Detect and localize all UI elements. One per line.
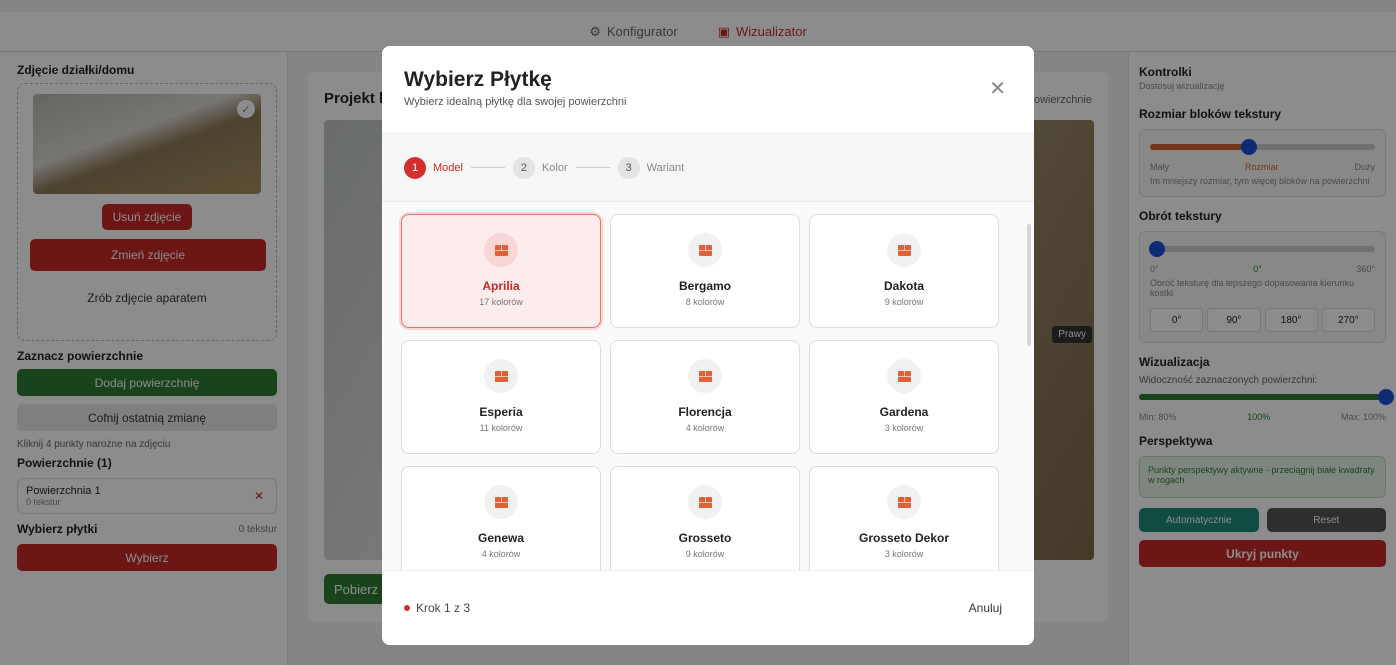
brick-icon [484,485,518,519]
step-label: Model [433,161,463,174]
tile-color-count: 8 kolorów [685,297,725,307]
tile-name: Dakota [883,279,924,293]
tile-color-count: 4 kolorów [481,549,521,559]
tile-name: Aprilia [482,279,520,293]
modal-footer: Krok 1 z 3 Anuluj [382,570,1034,645]
tile-grid-scroll[interactable]: Aprilia 17 kolorów Bergamo 8 kolorów Dak… [382,202,1034,570]
tile-name: Grosseto [678,531,732,545]
stepper: 1 Model 2 Kolor 3 Wariant [382,134,1034,202]
brick-icon [887,359,921,393]
step-indicator: Krok 1 z 3 [404,601,470,615]
tile-name: Genewa [477,531,525,545]
step-indicator-text: Krok 1 z 3 [416,601,471,615]
tile-name: Grosseto Dekor [858,531,950,545]
cancel-button[interactable]: Anuluj [969,601,1002,615]
tile-card-florencja[interactable]: Florencja 4 kolorów [610,340,800,454]
tile-grid: Aprilia 17 kolorów Bergamo 8 kolorów Dak… [401,214,999,570]
brick-icon [484,233,518,267]
brick-icon [688,485,722,519]
brick-icon [688,359,722,393]
tile-name: Gardena [879,405,929,419]
step-divider [575,167,610,168]
step-kolor: 2 Kolor [512,156,568,179]
brick-icon [688,233,722,267]
modal-subtitle: Wybierz idealną płytkę dla swojej powier… [404,96,627,108]
tile-color-count: 4 kolorów [685,423,725,433]
step-number: 3 [617,156,640,179]
brick-icon [887,485,921,519]
tile-name: Esperia [479,405,523,419]
tile-name: Bergamo [678,279,731,293]
step-label: Wariant [646,161,685,174]
tile-color-count: 9 kolorów [685,549,725,559]
tile-color-count: 17 kolorów [479,297,523,307]
step-number: 1 [404,156,426,179]
step-label: Kolor [541,161,568,174]
brick-icon [484,359,518,393]
tile-card-dakota[interactable]: Dakota 9 kolorów [809,214,999,328]
tile-name: Florencja [678,405,732,419]
tile-card-esperia[interactable]: Esperia 11 kolorów [401,340,601,454]
modal-title: Wybierz Płytkę [404,68,552,91]
step-model: 1 Model [404,156,463,179]
tile-card-genewa[interactable]: Genewa 4 kolorów [401,466,601,570]
close-icon[interactable]: ✕ [989,76,1006,101]
tile-card-aprilia[interactable]: Aprilia 17 kolorów [401,214,601,328]
tile-color-count: 3 kolorów [884,549,924,559]
tile-card-gardena[interactable]: Gardena 3 kolorów [809,340,999,454]
step-number: 2 [512,156,535,179]
modal-header: Wybierz Płytkę Wybierz idealną płytkę dl… [382,46,1034,134]
brick-icon [887,233,921,267]
scrollbar[interactable] [1027,224,1031,346]
tile-color-count: 11 kolorów [479,423,523,433]
tile-card-bergamo[interactable]: Bergamo 8 kolorów [610,214,800,328]
step-dot [404,605,410,611]
step-divider [470,167,505,168]
step-wariant: 3 Wariant [617,156,685,179]
tile-card-grosseto[interactable]: Grosseto 9 kolorów [610,466,800,570]
tile-color-count: 3 kolorów [884,423,924,433]
tile-picker-modal: Wybierz Płytkę Wybierz idealną płytkę dl… [382,46,1034,645]
tile-card-grosseto-dekor[interactable]: Grosseto Dekor 3 kolorów [809,466,999,570]
tile-color-count: 9 kolorów [884,297,924,307]
